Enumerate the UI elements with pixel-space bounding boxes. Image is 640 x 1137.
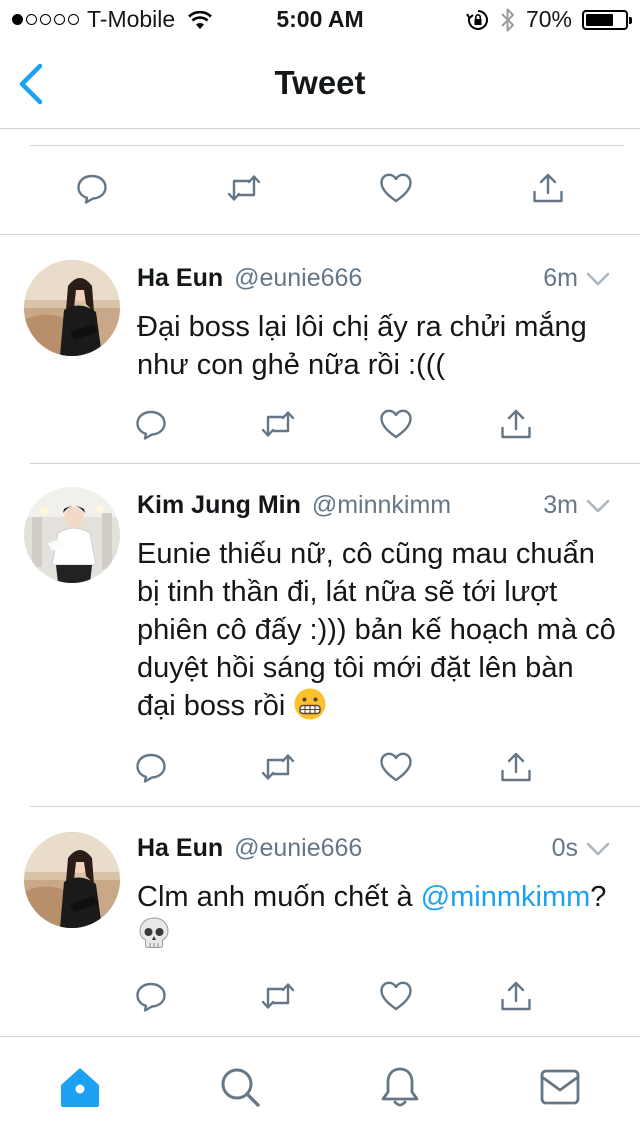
navigation-bar: Tweet	[0, 40, 640, 129]
like-heart-icon[interactable]	[378, 406, 414, 442]
chevron-down-icon[interactable]	[586, 498, 610, 514]
notifications-bell-icon[interactable]	[378, 1065, 422, 1109]
retweet-icon[interactable]	[260, 749, 296, 785]
tweet-text: Eunie thiếu nữ, cô cũng mau chuẩn bị tin…	[137, 535, 620, 725]
like-heart-icon[interactable]	[378, 749, 414, 785]
like-heart-icon[interactable]	[378, 170, 414, 206]
reply-icon[interactable]	[133, 749, 169, 785]
author-name[interactable]: Kim Jung Min	[137, 491, 301, 519]
avatar[interactable]	[24, 832, 120, 928]
divider	[30, 145, 624, 146]
retweet-icon[interactable]	[260, 978, 296, 1014]
share-icon[interactable]	[530, 170, 566, 206]
tweet-timestamp: 6m	[543, 264, 578, 292]
chevron-down-icon[interactable]	[586, 271, 610, 287]
tweet-text-body: Clm anh muốn chết à	[137, 881, 421, 913]
battery-percentage: 70%	[525, 6, 572, 32]
home-icon[interactable]	[58, 1065, 102, 1109]
tweet-timestamp: 0s	[551, 834, 578, 862]
author-name[interactable]: Ha Eun	[137, 264, 223, 292]
divider	[30, 806, 640, 807]
messages-envelope-icon[interactable]	[538, 1065, 582, 1109]
share-icon[interactable]	[498, 978, 534, 1014]
author-handle[interactable]: @eunie666	[234, 264, 362, 292]
tweet-action-bar	[0, 749, 640, 789]
retweet-icon[interactable]	[260, 406, 296, 442]
reply-icon[interactable]	[133, 978, 169, 1014]
author-name[interactable]: Ha Eun	[137, 834, 223, 862]
main-tweet-action-bar	[0, 170, 640, 210]
section-divider	[0, 234, 640, 235]
share-icon[interactable]	[498, 749, 534, 785]
tweet-text-tail: ?	[590, 881, 607, 913]
reply-icon[interactable]	[74, 170, 110, 206]
tweet-text-body: Eunie thiếu nữ, cô cũng mau chuẩn bị tin…	[137, 538, 616, 722]
author-handle[interactable]: @eunie666	[234, 834, 362, 862]
tab-bar	[0, 1036, 640, 1137]
skull-emoji-icon	[137, 916, 171, 950]
tweet-action-bar	[0, 978, 640, 1018]
tweet-action-bar	[0, 406, 640, 446]
status-bar: T-Mobile 5:00 AM 70%	[0, 0, 640, 40]
rotation-lock-icon	[466, 9, 488, 30]
tweet-text: Đại boss lại lôi chị ấy ra chửi mắng như…	[137, 311, 587, 381]
share-icon[interactable]	[498, 406, 534, 442]
mention-link[interactable]: @minmkimm	[421, 881, 591, 913]
avatar[interactable]	[24, 260, 120, 356]
grimacing-face-emoji-icon	[293, 687, 327, 721]
author-handle[interactable]: @minnkimm	[312, 491, 451, 519]
page-title: Tweet	[274, 64, 366, 101]
retweet-icon[interactable]	[226, 170, 262, 206]
divider	[30, 463, 640, 464]
bluetooth-icon	[501, 8, 514, 31]
avatar[interactable]	[24, 487, 120, 583]
like-heart-icon[interactable]	[378, 978, 414, 1014]
battery-icon	[582, 9, 632, 30]
search-icon[interactable]	[218, 1065, 262, 1109]
reply-icon[interactable]	[133, 406, 169, 442]
tweet-text: Clm anh muốn chết à @minmkimm?	[137, 878, 620, 954]
tweet-timestamp: 3m	[543, 491, 578, 519]
chevron-down-icon[interactable]	[586, 841, 610, 857]
